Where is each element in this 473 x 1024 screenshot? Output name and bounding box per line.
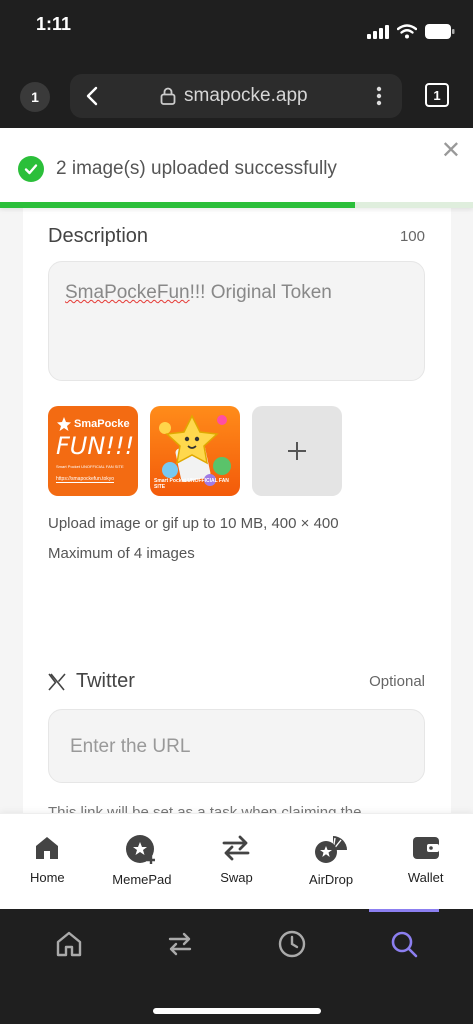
battery-icon [425,24,455,39]
form-card: Description 100 SmaPockeFun!!! Original … [23,128,451,909]
success-check-icon [18,156,44,182]
address-bar[interactable]: smapocke.app [70,74,402,118]
nav-home-label: Home [29,870,65,885]
thumb1-brand-top: SmaPocke [74,418,130,430]
url-text: smapocke.app [184,85,308,106]
browser-bottom-bar [0,909,473,1024]
nav-airdrop[interactable]: AirDrop [284,814,379,909]
toast-message: 2 image(s) uploaded successfully [56,158,337,179]
status-icons [367,24,455,39]
wallet-icon [412,837,439,859]
toast-progress-fill [0,202,355,208]
upload-hint: Upload image or gif up to 10 MB, 400 × 4… [48,515,339,532]
nav-airdrop-label: AirDrop [309,872,354,887]
nav-memepad-label: MemePad [112,872,172,887]
thumb1-url: https://smapockefun.tokyo [56,476,115,483]
airdrop-icon [315,836,348,863]
toast-progress-track [0,202,473,208]
thumb2-caption: Smart Pocket UNOFFICIAL FAN SITE [154,478,229,490]
home-icon [36,837,59,859]
web-page: 2 image(s) uploaded successfully ✕ Descr… [0,128,473,909]
twitter-label: Twitter [76,670,135,692]
lock-icon [160,87,176,105]
plus-icon [288,442,306,460]
active-tab-indicator [369,909,439,912]
nav-wallet-label: Wallet [407,870,444,885]
tabs-button[interactable]: 1 [425,83,449,107]
nav-home[interactable]: Home [0,814,95,909]
description-char-count: 100 [399,228,425,245]
add-image-button[interactable] [252,406,342,496]
nav-memepad[interactable]: MemePad [95,814,190,909]
nav-swap[interactable]: Swap [189,814,284,909]
browser-toolbar: 1 smapocke.app 1 [0,56,473,128]
thumb1-subtitle: Smart Pocket UNOFFICIAL FAN SITE [56,464,124,469]
swap-icon [223,835,250,861]
twitter-url-placeholder: Enter the URL [70,736,191,757]
star-logo-icon [57,417,71,431]
app-bottom-nav: Home MemePad Swap AirDrop Wallet [0,813,473,909]
back-icon[interactable] [86,86,98,106]
home-indicator[interactable] [153,1008,321,1014]
nav-wallet[interactable]: Wallet [378,814,473,909]
more-options-icon[interactable] [376,86,382,106]
twitter-url-input[interactable]: Enter the URL [48,709,425,783]
twitter-optional-label: Optional [369,673,425,690]
browser-search-icon[interactable] [389,929,419,959]
success-toast: 2 image(s) uploaded successfully ✕ [0,128,473,208]
wifi-icon [397,24,417,39]
nav-swap-label: Swap [220,870,253,885]
close-icon[interactable]: ✕ [441,136,461,165]
image-thumbnails: SmaPocke FUN!!! Smart Pocket UNOFFICIAL … [48,406,342,496]
browser-history-icon[interactable] [277,929,307,959]
description-textarea[interactable]: SmaPockeFun!!! Original Token [48,261,425,381]
signal-icon [367,24,389,39]
x-logo-icon [48,673,66,691]
browser-swap-icon[interactable] [165,929,195,959]
tab-group-button[interactable]: 1 [20,82,50,112]
description-value: SmaPockeFun!!! Original Token [65,282,332,303]
description-label: Description [48,225,149,247]
status-bar: 1:11 [0,0,473,56]
memepad-icon [125,835,155,864]
browser-home-icon[interactable] [54,929,84,959]
thumb1-brand-main: FUN!!! [56,432,135,460]
uploaded-image-2[interactable]: Smart Pocket UNOFFICIAL FAN SITE [150,406,240,496]
uploaded-image-1[interactable]: SmaPocke FUN!!! Smart Pocket UNOFFICIAL … [48,406,138,496]
status-time: 1:11 [36,14,72,34]
max-images-hint: Maximum of 4 images [48,545,195,562]
